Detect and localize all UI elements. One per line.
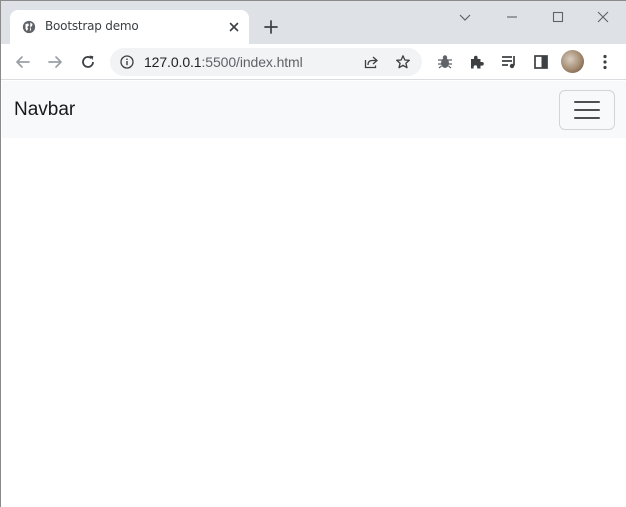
plus-icon[interactable] xyxy=(262,18,280,36)
address-bar[interactable]: 127.0.0.1:5500/index.html xyxy=(110,48,422,76)
media-control-icon[interactable] xyxy=(499,52,519,72)
puzzle-icon[interactable] xyxy=(467,52,487,72)
kebab-menu-icon[interactable] xyxy=(595,52,615,72)
browser-toolbar: 127.0.0.1:5500/index.html xyxy=(1,44,626,80)
url-path: :5500/index.html xyxy=(201,54,303,70)
arrow-right-icon[interactable] xyxy=(45,52,65,72)
hamburger-icon-bar xyxy=(574,109,600,111)
star-icon[interactable] xyxy=(395,54,411,70)
url-text: 127.0.0.1:5500/index.html xyxy=(144,54,303,70)
reload-icon[interactable] xyxy=(78,52,98,72)
info-icon[interactable] xyxy=(120,55,134,69)
side-panel-icon[interactable] xyxy=(531,52,551,72)
page-viewport: Navbar xyxy=(2,81,626,507)
window-close-icon[interactable] xyxy=(595,9,611,25)
url-host: 127.0.0.1 xyxy=(144,54,202,70)
close-icon[interactable] xyxy=(226,19,242,35)
navbar-brand[interactable]: Navbar xyxy=(14,99,75,121)
bug-icon[interactable] xyxy=(435,52,455,72)
navbar: Navbar xyxy=(2,81,626,138)
globe-icon xyxy=(22,20,36,34)
tab-strip: Bootstrap demo xyxy=(1,1,626,44)
minimize-icon[interactable] xyxy=(504,9,520,25)
hamburger-icon-bar xyxy=(574,101,600,103)
hamburger-icon-bar xyxy=(574,117,600,119)
arrow-left-icon[interactable] xyxy=(13,52,33,72)
share-icon[interactable] xyxy=(363,54,379,70)
maximize-icon[interactable] xyxy=(550,9,566,25)
tab-title: Bootstrap demo xyxy=(45,19,139,33)
avatar[interactable] xyxy=(561,50,584,73)
browser-tab[interactable]: Bootstrap demo xyxy=(10,10,249,44)
tab-search-icon[interactable] xyxy=(457,9,473,25)
navbar-toggler-button[interactable] xyxy=(559,90,615,130)
browser-window: Bootstrap demo 127.0.0.1:5500/index.html… xyxy=(0,0,626,507)
